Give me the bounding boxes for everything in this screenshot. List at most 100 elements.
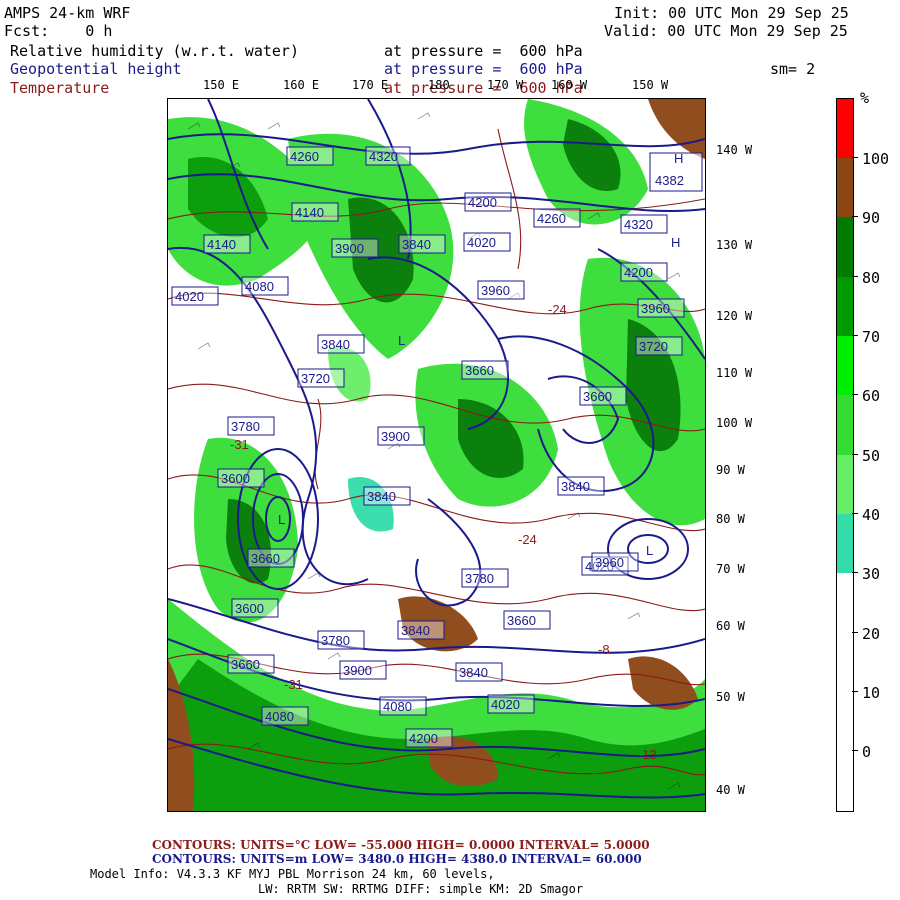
lat-label: 50 W [716,690,745,704]
height-label: 4260 [286,146,334,166]
height-label: 3600 [217,468,265,488]
svg-text:3780: 3780 [321,633,350,648]
model-title: AMPS 24-km WRF [4,4,131,22]
field-rh-name: Relative humidity (w.r.t. water) [10,42,299,60]
temp-label: -31 [284,677,303,692]
lon-label: 160 W [551,78,588,92]
map-canvas: 4260 4320 4140 4200 4260 4320 4140 3900 … [168,99,705,811]
lat-label: 140 W [716,143,753,157]
colorbar-segment [837,455,853,514]
lat-label: 60 W [716,619,745,633]
lon-label: 150 E [203,78,240,92]
height-label: 4200 [620,262,668,282]
height-label: 3660 [503,610,551,630]
field-rh-level: at pressure = 600 hPa [384,42,583,60]
lon-label: 180 [428,78,450,92]
height-label: 4080 [241,276,289,296]
colorbar-tick [852,513,858,514]
height-label: 4200 [405,728,453,748]
height-label: 3720 [297,368,345,388]
height-label: 3720 [635,336,683,356]
low-marker: L [398,333,405,348]
physics-info: LW: RRTM SW: RRTMG DIFF: simple KM: 2D S… [258,882,584,896]
svg-text:3720: 3720 [639,339,668,354]
svg-text:3600: 3600 [235,601,264,616]
colorbar-segment [837,514,853,573]
svg-text:3840: 3840 [401,623,430,638]
height-label: 3840 [317,334,365,354]
temp-contour-info: CONTOURS: UNITS=°C LOW= -55.000 HIGH= 0.… [152,838,650,852]
colorbar-tick [852,750,858,751]
lat-label: 100 W [716,416,753,430]
svg-text:4260: 4260 [537,211,566,226]
svg-text:3660: 3660 [465,363,494,378]
colorbar-label: 20 [862,625,881,643]
colorbar-label: 70 [862,328,881,346]
svg-text:4382: 4382 [655,173,684,188]
svg-text:4020: 4020 [467,235,496,250]
height-label: 3840 [455,662,503,682]
colorbar-unit: % [860,89,870,107]
model-info: Model Info: V4.3.3 KF MYJ PBL Morrison 2… [90,867,495,881]
colorbar-tick [852,216,858,217]
svg-text:3840: 3840 [321,337,350,352]
field-height-name: Geopotential height [10,60,182,78]
colorbar-label: 30 [862,565,881,583]
height-label: 3840 [398,234,446,254]
colorbar [836,98,854,812]
colorbar-tick [852,572,858,573]
smoothing-label: sm= 2 [770,60,816,78]
lat-label: 120 W [716,309,753,323]
high-marker: H [674,151,683,166]
valid-time: Valid: 00 UTC Mon 29 Sep 25 [604,22,848,40]
colorbar-segment [837,395,853,455]
lat-label: 70 W [716,562,745,576]
svg-text:4080: 4080 [245,279,274,294]
lon-label: 170 E [352,78,389,92]
height-label: 4320 [365,146,411,166]
height-label: 3780 [461,568,509,588]
lon-label: 160 E [283,78,320,92]
lat-label: 130 W [716,238,753,252]
temp-label: -8 [598,642,610,657]
svg-text:3900: 3900 [381,429,410,444]
svg-text:3780: 3780 [231,419,260,434]
svg-text:3660: 3660 [507,613,536,628]
colorbar-tick [852,335,858,336]
colorbar-label: 50 [862,447,881,465]
svg-text:4080: 4080 [265,709,294,724]
height-label: 3660 [247,548,295,568]
svg-text:4320: 4320 [369,149,398,164]
colorbar-label: 100 [862,150,890,168]
height-label: 4020 [463,232,511,252]
svg-text:4020: 4020 [491,697,520,712]
colorbar-segment [837,573,853,811]
height-label: 3960 [477,280,525,300]
height-contour-info: CONTOURS: UNITS=m LOW= 3480.0 HIGH= 4380… [152,852,642,866]
colorbar-segment [837,99,853,158]
weather-map: 4260 4320 4140 4200 4260 4320 4140 3900 … [167,98,706,812]
temp-label: -13 [638,747,657,762]
svg-text:4140: 4140 [207,237,236,252]
rh-region [648,99,705,159]
height-label: 3840 [363,486,411,506]
field-temp-name: Temperature [10,79,110,97]
svg-text:3960: 3960 [595,555,624,570]
high-marker: H [671,235,680,250]
height-label: 3660 [579,386,627,406]
temp-label: -24 [518,532,537,547]
height-label: 3660 [461,360,509,380]
svg-text:4080: 4080 [383,699,412,714]
svg-text:3780: 3780 [465,571,494,586]
height-label: 3960 [637,298,685,318]
lat-label: 40 W [716,783,745,797]
lon-label: 170 W [487,78,524,92]
svg-text:3900: 3900 [343,663,372,678]
svg-text:3960: 3960 [641,301,670,316]
svg-text:3960: 3960 [481,283,510,298]
colorbar-tick [852,276,858,277]
height-label: 3900 [377,426,425,446]
height-label: 3840 [397,620,445,640]
svg-text:4200: 4200 [409,731,438,746]
temp-label: -24 [548,302,567,317]
